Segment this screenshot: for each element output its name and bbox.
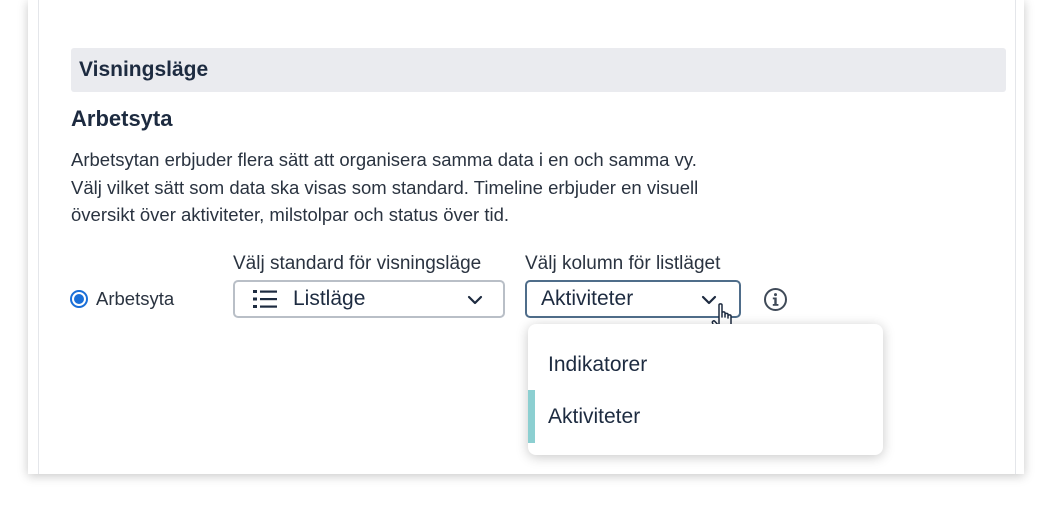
view-mode-select[interactable]: Listläge	[233, 280, 505, 318]
workspace-radio-option[interactable]: Arbetsyta	[70, 288, 174, 310]
settings-panel: Visningsläge Arbetsyta Arbetsytan erbjud…	[38, 0, 1016, 474]
dropdown-option-label: Aktiviteter	[548, 404, 641, 428]
workspace-description: Arbetsytan erbjuder flera sätt att organ…	[71, 146, 811, 229]
section-header: Visningsläge	[71, 48, 1006, 92]
list-column-select[interactable]: Aktiviteter	[525, 280, 741, 318]
description-line: Välj vilket sätt som data ska visas som …	[71, 176, 699, 198]
view-mode-value: Listläge	[293, 287, 366, 310]
workspace-radio-button[interactable]	[70, 290, 88, 308]
description-line: Arbetsytan erbjuder flera sätt att organ…	[71, 149, 697, 170]
list-column-value: Aktiviteter	[541, 287, 634, 310]
column-select-label: Välj kolumn för listläget	[525, 253, 721, 274]
dropdown-option-aktiviteter[interactable]: Aktiviteter	[528, 390, 883, 443]
list-icon	[253, 290, 277, 308]
list-column-dropdown: Indikatorer Aktiviteter	[528, 324, 883, 455]
description-line: översikt över aktiviteter, milstolpar oc…	[71, 204, 510, 225]
view-select-label: Välj standard för visningsläge	[233, 253, 482, 274]
settings-card: Visningsläge Arbetsyta Arbetsytan erbjud…	[28, 0, 1024, 474]
dropdown-option-label: Indikatorer	[548, 352, 648, 376]
chevron-down-icon	[467, 295, 483, 305]
dropdown-option-indikatorer[interactable]: Indikatorer	[528, 338, 883, 391]
workspace-title: Arbetsyta	[71, 106, 173, 131]
info-icon[interactable]	[763, 287, 788, 312]
workspace-radio-label: Arbetsyta	[96, 288, 175, 309]
